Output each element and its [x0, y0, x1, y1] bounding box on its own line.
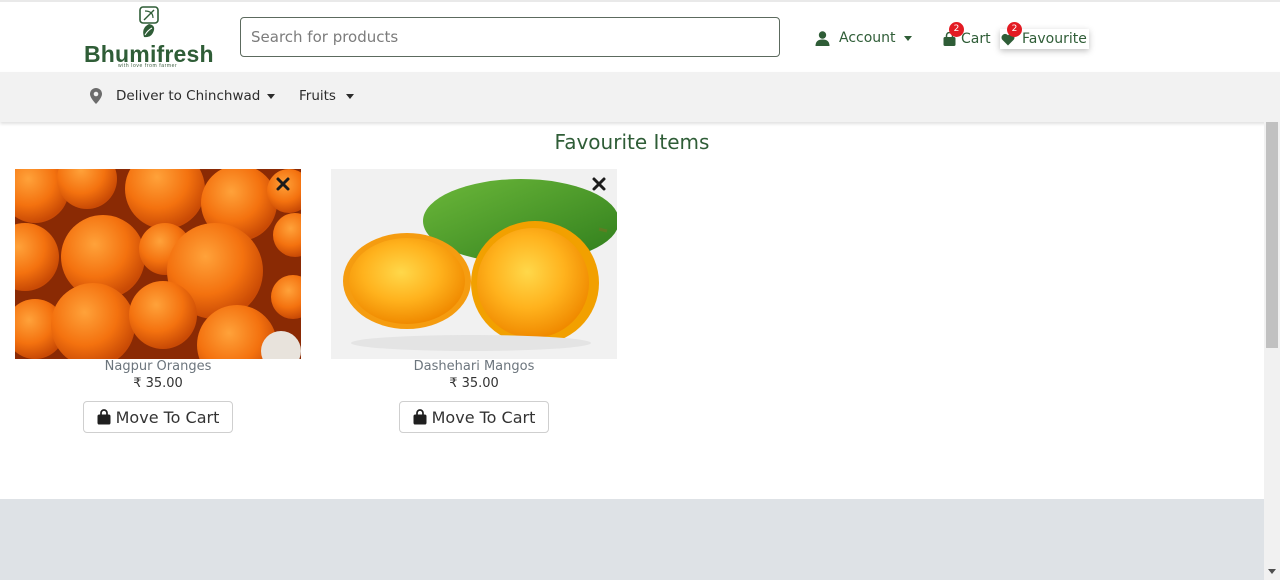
- deliver-label: Deliver to Chinchwad: [116, 88, 261, 104]
- shopping-bag-icon: [97, 409, 111, 425]
- product-price: ₹ 35.00: [133, 376, 183, 391]
- close-icon[interactable]: [590, 175, 608, 193]
- move-to-cart-button[interactable]: Move To Cart: [83, 401, 233, 433]
- footer: [0, 499, 1264, 580]
- favourite-count-badge: 2: [1007, 22, 1022, 37]
- site-header: Bhumifresh with love from farmer Account…: [0, 2, 1280, 72]
- account-menu[interactable]: Account: [815, 27, 912, 49]
- favourite-label: Favourite: [1022, 31, 1087, 47]
- leaf-logo-icon: [139, 6, 159, 38]
- move-to-cart-label: Move To Cart: [115, 407, 220, 427]
- brand-tagline: with love from farmer: [118, 63, 178, 69]
- product-price: ₹ 35.00: [449, 376, 499, 391]
- favourite-item-card: Nagpur Oranges ₹ 35.00 Move To Cart: [15, 169, 301, 433]
- fruits-category-dropdown[interactable]: Fruits: [299, 88, 354, 104]
- product-name[interactable]: Nagpur Oranges: [15, 359, 301, 375]
- cart-label: Cart: [961, 31, 991, 47]
- move-to-cart-button[interactable]: Move To Cart: [399, 401, 549, 433]
- product-name[interactable]: Dashehari Mangos: [331, 359, 617, 375]
- account-label: Account: [839, 30, 896, 46]
- map-pin-icon: [90, 88, 102, 104]
- close-icon[interactable]: [274, 175, 292, 193]
- mangos-image: [331, 169, 617, 359]
- scrollbar-thumb[interactable]: [1266, 122, 1278, 348]
- product-image-mangos[interactable]: [331, 169, 617, 359]
- scroll-down-arrow-icon[interactable]: [1268, 569, 1276, 574]
- user-icon: [815, 30, 830, 46]
- category-label: Fruits: [299, 88, 336, 104]
- search-input[interactable]: [240, 17, 780, 57]
- sub-navigation: Deliver to Chinchwad Fruits: [0, 72, 1280, 122]
- chevron-down-icon: [345, 93, 354, 99]
- product-image-oranges[interactable]: [15, 169, 301, 359]
- move-to-cart-label: Move To Cart: [431, 407, 536, 427]
- favourite-item-card: Dashehari Mangos ₹ 35.00 Move To Cart: [331, 169, 617, 433]
- chevron-down-icon: [903, 35, 912, 41]
- deliver-location-dropdown[interactable]: Deliver to Chinchwad: [90, 88, 276, 104]
- chevron-down-icon: [267, 93, 276, 99]
- page-title: Favourite Items: [554, 130, 710, 154]
- oranges-image: [15, 169, 301, 359]
- brand-logo[interactable]: Bhumifresh with love from farmer: [84, 6, 214, 70]
- shopping-bag-icon: [413, 409, 427, 425]
- cart-count-badge: 2: [949, 22, 964, 37]
- page-scrollbar[interactable]: [1264, 122, 1280, 580]
